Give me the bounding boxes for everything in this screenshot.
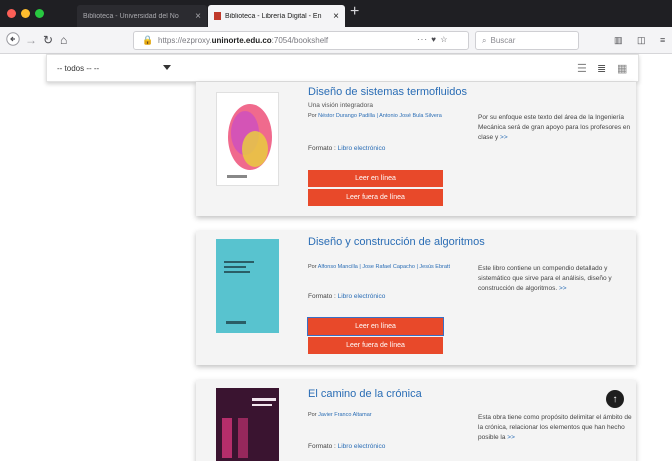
forward-arrow-icon[interactable]: →	[25, 32, 37, 48]
scroll-to-top-button[interactable]: ↑	[606, 390, 624, 408]
chevron-down-icon	[163, 65, 171, 70]
book-authors: Por Alfonso Mancilla | Jose Rafael Capac…	[308, 264, 450, 270]
minimize-window-icon[interactable]	[21, 9, 30, 18]
book-format: Formato : Libro electrónico	[308, 145, 386, 152]
category-select[interactable]: -- todos -- --	[55, 61, 175, 76]
book-description: Esta obra tiene como propósito delimitar…	[478, 414, 632, 441]
tab-biblioteca-universidad[interactable]: Biblioteca - Universidad del No ×	[77, 5, 207, 27]
tab-label: Biblioteca - Universidad del No	[83, 12, 179, 20]
new-tab-button[interactable]: +	[350, 3, 359, 21]
arrow-up-icon: ↑	[612, 393, 618, 405]
book-subtitle: Una visión integradora	[308, 102, 374, 109]
author-link[interactable]: Alfonso Mancilla | Jose Rafael Capacho |…	[318, 264, 450, 270]
format-link[interactable]: Libro electrónico	[338, 293, 386, 300]
reload-icon[interactable]: ↻	[43, 32, 53, 48]
close-tab-icon[interactable]: ×	[195, 11, 201, 22]
maximize-window-icon[interactable]	[35, 9, 44, 18]
tab-label: Biblioteca - Librería Digital - En	[225, 12, 322, 20]
more-link[interactable]: >>	[507, 434, 515, 441]
read-offline-button[interactable]: Leer fuera de línea	[308, 337, 443, 354]
book-format: Formato : Libro electrónico	[308, 293, 386, 300]
book-card: El camino de la crónica Por Javier Franc…	[196, 380, 636, 461]
more-link[interactable]: >>	[559, 285, 567, 292]
book-title[interactable]: Diseño de sistemas termofluidos	[308, 86, 467, 98]
navigation-bar: → ↻ ⌂ 🔒 https://ezproxy. uninorte.edu.co:…	[0, 27, 672, 54]
cover-art-icon	[224, 261, 254, 324]
url-prefix: https://ezproxy.	[158, 36, 212, 45]
search-placeholder: Buscar	[490, 36, 516, 45]
search-input[interactable]: ⌕ Buscar	[475, 31, 579, 50]
tab-biblioteca-libreria-digital[interactable]: Biblioteca - Librería Digital - En ×	[208, 5, 345, 27]
book-authors: Por Néstor Durango Padilla | Antonio Jos…	[308, 113, 442, 119]
book-description: Por su enfoque este texto del área de la…	[478, 114, 631, 141]
book-title[interactable]: Diseño y construcción de algoritmos	[308, 236, 485, 248]
url-suffix: :7054/bookshelf	[271, 36, 329, 45]
format-link[interactable]: Libro electrónico	[338, 145, 386, 152]
url-domain: uninorte.edu.co	[211, 36, 272, 45]
page-actions-icons[interactable]: ··· ♥ ☆	[417, 35, 448, 44]
tab-bar: Biblioteca - Universidad del No × Biblio…	[0, 0, 672, 27]
book-authors: Por Javier Franco Altamar	[308, 412, 372, 418]
book-cover[interactable]	[216, 92, 279, 186]
lock-icon: 🔒	[142, 35, 154, 45]
cover-art-icon	[216, 388, 279, 461]
format-link[interactable]: Libro electrónico	[338, 443, 386, 450]
sidebar-icon[interactable]: ◫	[637, 35, 646, 46]
filter-bar: -- todos -- -- ☰ ≣ ▦	[46, 54, 639, 82]
book-card: Diseño y construcción de algoritmos Por …	[196, 231, 636, 365]
back-arrow-icon[interactable]	[6, 32, 20, 50]
book-favicon-icon	[214, 12, 221, 20]
book-description: Este libro contiene un compendio detalla…	[478, 265, 612, 292]
book-title[interactable]: El camino de la crónica	[308, 388, 422, 400]
close-tab-icon[interactable]: ×	[333, 11, 339, 22]
select-value: -- todos -- --	[57, 64, 100, 73]
read-online-button[interactable]: Leer en línea	[308, 170, 443, 187]
book-cover[interactable]	[216, 239, 279, 333]
menu-icon[interactable]: ≡	[660, 35, 665, 45]
book-cover[interactable]	[216, 388, 279, 461]
close-window-icon[interactable]	[7, 9, 16, 18]
book-card: Diseño de sistemas termofluidos Una visi…	[196, 82, 636, 216]
library-icon[interactable]: ▥	[614, 35, 623, 46]
page-content: -- todos -- -- ☰ ≣ ▦ Diseño de sistemas …	[0, 54, 672, 461]
author-link[interactable]: Javier Franco Altamar	[318, 412, 372, 418]
cover-art-icon	[227, 104, 272, 178]
more-link[interactable]: >>	[500, 134, 508, 141]
list-view-icon[interactable]: ☰	[577, 62, 587, 75]
read-offline-button[interactable]: Leer fuera de línea	[308, 189, 443, 206]
home-icon[interactable]: ⌂	[60, 32, 67, 48]
detail-view-icon[interactable]: ≣	[597, 62, 606, 75]
grid-view-icon[interactable]: ▦	[617, 62, 627, 75]
book-format: Formato : Libro electrónico	[308, 443, 386, 450]
author-link[interactable]: Néstor Durango Padilla | Antonio José Bu…	[318, 113, 442, 119]
read-online-button[interactable]: Leer en línea	[307, 317, 444, 336]
search-icon: ⌕	[482, 35, 487, 45]
